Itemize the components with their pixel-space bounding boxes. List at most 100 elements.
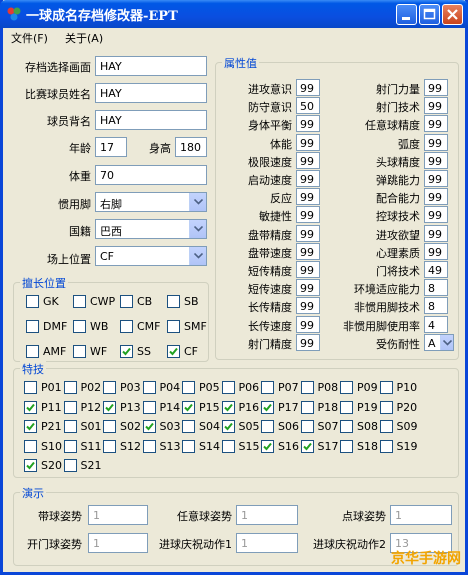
checkbox-box[interactable]: [261, 381, 274, 394]
back-name-input[interactable]: HAY: [95, 110, 207, 130]
attribute-input[interactable]: 99: [424, 206, 448, 224]
checkbox-box[interactable]: [24, 400, 37, 414]
dribble-input[interactable]: 1: [88, 505, 148, 525]
checkbox-box[interactable]: [340, 420, 353, 433]
attribute-input[interactable]: 99: [296, 79, 320, 96]
attribute-input[interactable]: 99: [296, 315, 320, 333]
save-select-input[interactable]: HAY: [95, 56, 207, 76]
close-button[interactable]: [442, 4, 463, 25]
attribute-input[interactable]: 99: [424, 79, 448, 96]
checkbox-box[interactable]: [103, 439, 116, 453]
attribute-input[interactable]: 99: [296, 188, 320, 206]
checkbox-box[interactable]: [379, 400, 393, 414]
foot-dropdown-button[interactable]: [189, 193, 206, 211]
checkbox-box[interactable]: [300, 381, 314, 394]
maximize-button[interactable]: [419, 4, 440, 25]
checkbox-box[interactable]: [340, 439, 353, 453]
attribute-input[interactable]: 99: [296, 170, 320, 187]
injury-tolerance-dropdown-button[interactable]: [440, 334, 453, 350]
menu-about[interactable]: 关于(A): [65, 30, 103, 46]
attribute-input[interactable]: 99: [296, 261, 320, 278]
checkbox-box[interactable]: [73, 295, 86, 308]
checkbox-box[interactable]: [167, 320, 180, 333]
attribute-input[interactable]: 8: [424, 297, 448, 315]
checkbox-box[interactable]: [182, 400, 195, 414]
attribute-input[interactable]: 49: [424, 261, 448, 278]
checkbox-box[interactable]: [120, 345, 133, 358]
nation-select[interactable]: 巴西: [95, 219, 207, 239]
position-dropdown-button[interactable]: [189, 247, 206, 265]
title-bar[interactable]: 一球成名存档修改器-EPT: [0, 0, 468, 28]
checkbox-box[interactable]: [261, 439, 274, 453]
checkbox-box[interactable]: [26, 320, 39, 333]
checkbox-box[interactable]: [24, 439, 37, 453]
checkbox-box[interactable]: [261, 400, 274, 414]
attribute-input[interactable]: 99: [296, 151, 320, 169]
attribute-input[interactable]: 50: [296, 97, 320, 115]
attribute-input[interactable]: 99: [296, 133, 320, 151]
attribute-input[interactable]: 99: [296, 224, 320, 242]
checkbox-box[interactable]: [26, 345, 39, 358]
attribute-input[interactable]: 99: [424, 151, 448, 169]
checkbox-box[interactable]: [103, 400, 116, 414]
checkbox-box[interactable]: [221, 400, 235, 414]
penalty-input[interactable]: 1: [390, 505, 452, 525]
checkbox-box[interactable]: [63, 400, 77, 414]
checkbox-box[interactable]: [182, 381, 195, 394]
checkbox-box[interactable]: [182, 420, 195, 433]
checkbox-box[interactable]: [221, 439, 235, 453]
attribute-input[interactable]: 99: [424, 170, 448, 187]
checkbox-box[interactable]: [73, 320, 86, 333]
checkbox-box[interactable]: [300, 439, 314, 453]
checkbox-box[interactable]: [24, 381, 37, 394]
checkbox-box[interactable]: [167, 345, 180, 358]
attribute-input[interactable]: 99: [296, 333, 320, 351]
attribute-input[interactable]: 99: [296, 206, 320, 224]
checkbox-box[interactable]: [63, 439, 77, 453]
age-input[interactable]: 17: [95, 137, 127, 157]
attribute-input[interactable]: 8: [424, 279, 448, 297]
celebrate1-input[interactable]: 1: [236, 533, 298, 553]
checkbox-box[interactable]: [24, 459, 37, 472]
checkbox-box[interactable]: [142, 439, 156, 453]
checkbox-box[interactable]: [63, 459, 77, 472]
checkbox-box[interactable]: [142, 420, 156, 433]
menu-file[interactable]: 文件(F): [11, 30, 48, 46]
checkbox-box[interactable]: [142, 381, 156, 394]
attribute-input[interactable]: 99: [424, 242, 448, 260]
attribute-input[interactable]: 99: [424, 188, 448, 206]
goalkick-input[interactable]: 1: [88, 533, 148, 553]
checkbox-box[interactable]: [379, 381, 393, 394]
checkbox-box[interactable]: [103, 381, 116, 394]
checkbox-box[interactable]: [120, 320, 133, 333]
checkbox-box[interactable]: [167, 295, 180, 308]
checkbox-box[interactable]: [221, 381, 235, 394]
weight-input[interactable]: 70: [95, 165, 207, 185]
freekick-input[interactable]: 1: [236, 505, 298, 525]
checkbox-box[interactable]: [103, 420, 116, 433]
checkbox-box[interactable]: [63, 381, 77, 394]
checkbox-box[interactable]: [221, 420, 235, 433]
attribute-input[interactable]: 99: [424, 224, 448, 242]
position-select[interactable]: CF: [95, 246, 207, 266]
checkbox-box[interactable]: [379, 439, 393, 453]
attribute-input[interactable]: 99: [296, 242, 320, 260]
checkbox-box[interactable]: [340, 381, 353, 394]
attribute-input[interactable]: 4: [424, 315, 448, 333]
checkbox-box[interactable]: [142, 400, 156, 414]
attribute-input[interactable]: 99: [296, 279, 320, 297]
attribute-input[interactable]: 99: [424, 133, 448, 151]
checkbox-box[interactable]: [261, 420, 274, 433]
player-name-input[interactable]: HAY: [95, 83, 207, 103]
attribute-input[interactable]: 99: [296, 297, 320, 315]
height-input[interactable]: 180: [175, 137, 207, 157]
checkbox-box[interactable]: [300, 400, 314, 414]
checkbox-box[interactable]: [182, 439, 195, 453]
checkbox-box[interactable]: [63, 420, 77, 433]
attribute-input[interactable]: 99: [424, 97, 448, 115]
minimize-button[interactable]: [396, 4, 417, 25]
injury-tolerance-select[interactable]: A: [424, 333, 454, 351]
nation-dropdown-button[interactable]: [189, 220, 206, 238]
checkbox-box[interactable]: [73, 345, 86, 358]
checkbox-box[interactable]: [26, 295, 39, 308]
